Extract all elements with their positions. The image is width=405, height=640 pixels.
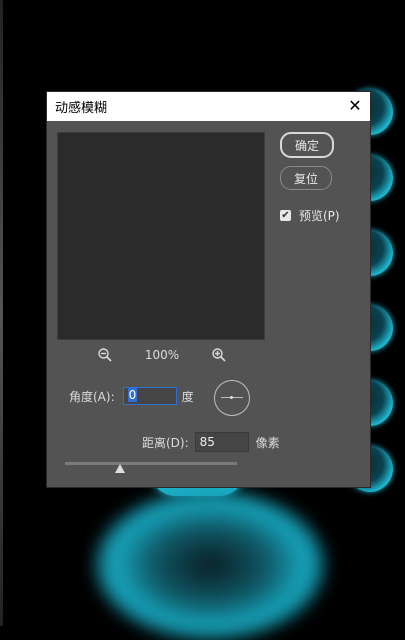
distance-row: 距离(D): 85 像素 [142,432,280,452]
angle-unit: 度 [181,389,194,404]
zoom-level: 100% [144,348,180,362]
close-icon[interactable]: ✕ [346,97,364,115]
reset-button[interactable]: 复位 [280,166,332,190]
zoom-in-icon[interactable] [211,347,227,363]
dialog-title: 动感模糊 [55,101,108,116]
dialog-titlebar: 动感模糊 ✕ [47,92,370,121]
blurred-shape [95,490,325,640]
preview-checkbox[interactable]: ✔ 预览(P) [280,207,340,224]
distance-slider-track[interactable] [65,462,237,465]
distance-label: 距离(D): [142,435,189,450]
angle-input[interactable]: 0 [122,387,177,405]
angle-label: 角度(A): [69,389,115,404]
angle-input-value: 0 [127,388,138,402]
angle-dial[interactable] [214,380,250,416]
check-icon[interactable]: ✔ [280,210,291,221]
canvas-edge [0,0,3,626]
motion-blur-dialog: 动感模糊 ✕ 100% 确定 复位 ✔ 预览(P) 角度(A): 0 度 距离(… [46,91,371,488]
zoom-out-icon[interactable] [97,347,113,363]
zoom-controls: 100% [97,346,227,364]
distance-unit: 像素 [255,435,280,450]
preview-area[interactable] [57,132,265,340]
angle-row: 角度(A): 0 度 [69,387,194,405]
preview-checkbox-label: 预览(P) [299,209,340,223]
angle-dial-center [230,396,233,399]
distance-slider-thumb[interactable] [115,464,125,473]
distance-input[interactable]: 85 [194,432,249,452]
ok-button[interactable]: 确定 [280,132,334,158]
